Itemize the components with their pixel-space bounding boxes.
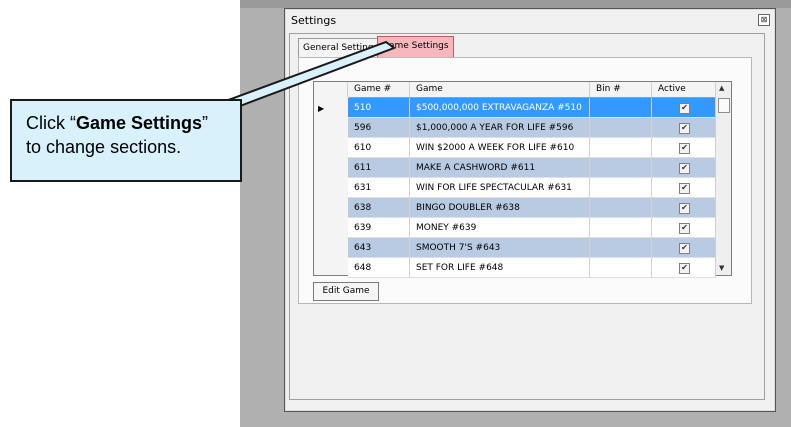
cell-game-number: 638	[348, 198, 410, 218]
cell-game: WIN $2000 A WEEK FOR LIFE #610	[410, 138, 590, 158]
cell-active: ✔	[652, 198, 716, 218]
callout-pointer	[211, 40, 397, 107]
cell-bin	[590, 178, 652, 198]
window-title: Settings	[291, 14, 337, 27]
table-row[interactable]: 639 MONEY #639 ✔	[348, 218, 716, 238]
cell-game-number: 639	[348, 218, 410, 238]
cell-game: MONEY #639	[410, 218, 590, 238]
row-selector-column	[314, 97, 349, 275]
cell-game: $500,000,000 EXTRAVAGANZA #510	[410, 98, 590, 118]
cell-game-number: 611	[348, 158, 410, 178]
table-row[interactable]: 611 MAKE A CASHWORD #611 ✔	[348, 158, 716, 178]
cell-game: SET FOR LIFE #648	[410, 258, 590, 278]
games-grid[interactable]: Game # Game Bin # Active ▶ 510 $500,000,0…	[313, 81, 732, 278]
scroll-down-icon[interactable]: ▼	[719, 264, 724, 272]
table-row[interactable]: 510 $500,000,000 EXTRAVAGANZA #510 ✔	[348, 98, 716, 118]
cell-active: ✔	[652, 118, 716, 138]
active-checkbox[interactable]: ✔	[679, 203, 690, 214]
callout-text-bold: Game Settings	[76, 113, 203, 133]
active-checkbox[interactable]: ✔	[679, 103, 690, 114]
header-active[interactable]: Active	[652, 82, 716, 97]
callout-text-pre: Click “	[26, 113, 76, 133]
cell-game-number: 648	[348, 258, 410, 278]
active-checkbox[interactable]: ✔	[679, 243, 690, 254]
active-checkbox[interactable]: ✔	[679, 263, 690, 274]
cell-game: WIN FOR LIFE SPECTACULAR #631	[410, 178, 590, 198]
cell-active: ✔	[652, 238, 716, 258]
table-row[interactable]: 631 WIN FOR LIFE SPECTACULAR #631 ✔	[348, 178, 716, 198]
cell-game-number: 610	[348, 138, 410, 158]
edit-game-button[interactable]: Edit Game	[313, 282, 379, 301]
cell-active: ✔	[652, 258, 716, 278]
vertical-scrollbar[interactable]: ▲ ▼	[715, 82, 731, 275]
background-strip	[240, 0, 791, 8]
cell-bin	[590, 258, 652, 278]
cell-active: ✔	[652, 218, 716, 238]
cell-bin	[590, 138, 652, 158]
cell-game: BINGO DOUBLER #638	[410, 198, 590, 218]
active-checkbox[interactable]: ✔	[679, 163, 690, 174]
scroll-thumb[interactable]	[718, 98, 730, 113]
cell-bin	[590, 198, 652, 218]
table-row[interactable]: 596 $1,000,000 A YEAR FOR LIFE #596 ✔	[348, 118, 716, 138]
table-row[interactable]: 643 SMOOTH 7'S #643 ✔	[348, 238, 716, 258]
header-game[interactable]: Game	[410, 82, 590, 97]
cell-game-number: 596	[348, 118, 410, 138]
cell-active: ✔	[652, 138, 716, 158]
table-row[interactable]: 638 BINGO DOUBLER #638 ✔	[348, 198, 716, 218]
cell-game-number: 631	[348, 178, 410, 198]
cell-bin	[590, 98, 652, 118]
cell-active: ✔	[652, 178, 716, 198]
table-row[interactable]: 610 WIN $2000 A WEEK FOR LIFE #610 ✔	[348, 138, 716, 158]
active-checkbox[interactable]: ✔	[679, 123, 690, 134]
cell-game-number: 643	[348, 238, 410, 258]
active-checkbox[interactable]: ✔	[679, 223, 690, 234]
scroll-up-icon[interactable]: ▲	[719, 84, 724, 92]
active-checkbox[interactable]: ✔	[679, 143, 690, 154]
cell-game: SMOOTH 7'S #643	[410, 238, 590, 258]
close-icon[interactable]: ⊠	[758, 14, 770, 26]
cell-active: ✔	[652, 98, 716, 118]
cell-bin	[590, 118, 652, 138]
instruction-callout: Click “Game Settings” to change sections…	[10, 99, 242, 182]
cell-game: MAKE A CASHWORD #611	[410, 158, 590, 178]
table-row[interactable]: 648 SET FOR LIFE #648 ✔	[348, 258, 716, 278]
cell-bin	[590, 218, 652, 238]
cell-active: ✔	[652, 158, 716, 178]
active-checkbox[interactable]: ✔	[679, 183, 690, 194]
cell-bin	[590, 158, 652, 178]
header-bin[interactable]: Bin #	[590, 82, 652, 97]
cell-game: $1,000,000 A YEAR FOR LIFE #596	[410, 118, 590, 138]
cell-bin	[590, 238, 652, 258]
